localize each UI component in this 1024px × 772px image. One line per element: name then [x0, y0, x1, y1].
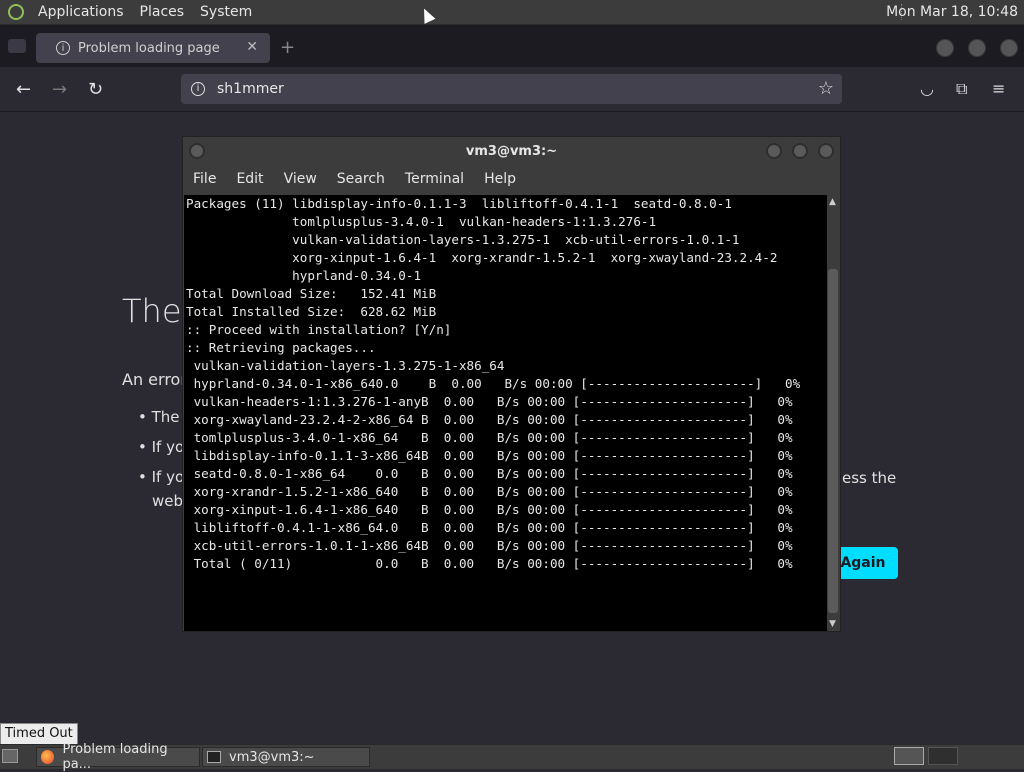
terminal-line: xorg-xrandr-1.5.2-1-x86_640 B 0.00 B/s 0… — [186, 484, 793, 499]
terminal-line: xorg-xinput-1.6.4-1-x86_640 B 0.00 B/s 0… — [186, 502, 793, 517]
browser-nav-bar: ← → ↻ i sh1mmer ☆ ◡ ⧉ ≡ — [0, 67, 1024, 112]
terminal-line: xorg-xwayland-23.2.4-2-x86_64 B 0.00 B/s… — [186, 412, 793, 427]
info-icon: i — [56, 41, 70, 55]
pocket-icon[interactable]: ◡ — [920, 79, 934, 98]
firefox-icon — [41, 750, 55, 764]
scroll-up-icon[interactable]: ▲ — [829, 197, 836, 207]
browser-tab-bar: i Problem loading page ✕ + — [0, 25, 1024, 67]
menu-logo-icon[interactable] — [8, 4, 24, 20]
terminal-line: tomlplusplus-3.4.0-1 vulkan-headers-1:1.… — [186, 214, 657, 229]
error-bullet-tail: ess the — [842, 469, 897, 487]
workspace-1[interactable] — [894, 747, 924, 765]
terminal-line: libliftoff-0.4.1-1-x86_64.0 B 0.00 B/s 0… — [186, 520, 793, 535]
close-tab-icon[interactable]: ✕ — [246, 39, 258, 55]
terminal-title: vm3@vm3:~ — [465, 144, 558, 159]
minimize-button[interactable] — [766, 143, 782, 159]
bookmark-star-icon[interactable]: ☆ — [818, 78, 834, 99]
menu-terminal[interactable]: Terminal — [395, 171, 474, 195]
menu-places[interactable]: Places — [132, 4, 193, 20]
forward-arrow-icon[interactable]: → — [52, 79, 67, 100]
site-info-icon[interactable]: i — [191, 82, 205, 96]
taskbar-item-label: vm3@vm3:~ — [229, 749, 315, 765]
error-bullet-wrap: web — [152, 492, 184, 510]
menu-applications[interactable]: Applications — [30, 4, 132, 20]
terminal-line: Total ( 0/11) 0.0 B 0.00 B/s 00:00 [----… — [186, 556, 793, 571]
terminal-line: Total Installed Size: 628.62 MiB — [186, 304, 437, 319]
menu-view[interactable]: View — [274, 171, 327, 195]
menu-search[interactable]: Search — [327, 171, 395, 195]
menu-edit[interactable]: Edit — [226, 171, 273, 195]
taskbar-item-browser[interactable]: Problem loading pa... — [36, 742, 200, 772]
terminal-line: libdisplay-info-0.1.1-3-x86_64B 0.00 B/s… — [186, 448, 793, 463]
top-panel: Applications Places System Mon Mar 18, 1… — [0, 0, 1024, 25]
minimize-button[interactable] — [936, 39, 954, 57]
url-text[interactable]: sh1mmer — [217, 81, 284, 97]
maximize-button[interactable] — [792, 143, 808, 159]
bottom-panel: Problem loading pa... vm3@vm3:~ — [0, 742, 1024, 772]
clock[interactable]: Mon Mar 18, 10:48 — [886, 4, 1018, 20]
browser-tab[interactable]: i Problem loading page ✕ — [36, 33, 270, 63]
extensions-icon[interactable]: ⧉ — [956, 79, 967, 99]
close-button[interactable] — [818, 143, 834, 159]
reload-icon[interactable]: ↻ — [88, 79, 103, 100]
taskbar-item-terminal[interactable]: vm3@vm3:~ — [202, 747, 370, 767]
show-desktop-icon[interactable] — [2, 749, 18, 763]
error-title: The — [122, 292, 182, 330]
url-bar[interactable]: i sh1mmer ☆ — [181, 74, 842, 104]
terminal-line: xorg-xinput-1.6.4-1 xorg-xrandr-1.5.2-1 … — [186, 250, 778, 265]
terminal-line: vulkan-validation-layers-1.3.275-1 xcb-u… — [186, 232, 740, 247]
back-arrow-icon[interactable]: ← — [16, 79, 31, 100]
tab-title: Problem loading page — [78, 40, 220, 56]
terminal-line: :: Retrieving packages... — [186, 340, 376, 355]
terminal-line: hyprland-0.34.0-1 — [186, 268, 422, 283]
terminal-line: hyprland-0.34.0-1-x86_640.0 B 0.00 B/s 0… — [186, 376, 801, 391]
terminal-output[interactable]: Packages (11) libdisplay-info-0.1.1-3 li… — [184, 195, 827, 631]
workspace-2[interactable] — [928, 747, 958, 765]
terminal-line: vulkan-headers-1:1.3.276-1-anyB 0.00 B/s… — [186, 394, 793, 409]
scrollbar-thumb[interactable] — [828, 269, 838, 613]
error-description: An error — [122, 370, 187, 389]
terminal-line: Packages (11) libdisplay-info-0.1.1-3 li… — [186, 196, 732, 211]
new-tab-icon[interactable]: + — [280, 37, 295, 58]
terminal-line: seatd-0.8.0-1-x86_64 0.0 B 0.00 B/s 00:0… — [186, 466, 793, 481]
close-window-button[interactable] — [1000, 39, 1018, 57]
terminal-line: xcb-util-errors-1.0.1-1-x86_64B 0.00 B/s… — [186, 538, 793, 553]
menu-system[interactable]: System — [192, 4, 260, 20]
terminal-window[interactable]: vm3@vm3:~ File Edit View Search Terminal… — [182, 136, 841, 632]
maximize-button[interactable] — [968, 39, 986, 57]
terminal-menubar: File Edit View Search Terminal Help — [183, 171, 526, 195]
firefox-view-icon[interactable] — [8, 39, 26, 53]
hamburger-menu-icon[interactable]: ≡ — [992, 79, 1005, 98]
terminal-line: vulkan-validation-layers-1.3.275-1-x86_6… — [186, 358, 505, 373]
terminal-line: tomlplusplus-3.4.0-1-x86_64 B 0.00 B/s 0… — [186, 430, 793, 445]
menu-file[interactable]: File — [183, 171, 226, 195]
terminal-icon — [207, 751, 221, 763]
terminal-scrollbar[interactable]: ▲ ▼ — [827, 195, 839, 631]
terminal-line: :: Proceed with installation? [Y/n] — [186, 322, 452, 337]
scroll-down-icon[interactable]: ▼ — [829, 619, 836, 629]
terminal-line: Total Download Size: 152.41 MiB — [186, 286, 437, 301]
menu-help[interactable]: Help — [474, 171, 526, 195]
